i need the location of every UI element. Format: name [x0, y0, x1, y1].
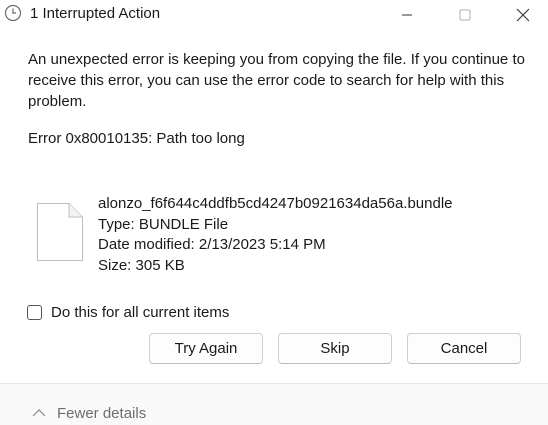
file-details: alonzo_f6f644c4ddfb5cd4247b0921634da56a.…	[98, 194, 453, 276]
file-type: Type: BUNDLE File	[98, 215, 229, 233]
apply-to-all-checkbox[interactable]	[27, 304, 42, 320]
file-size: Size: 305 KB	[98, 256, 185, 274]
minimize-icon	[401, 9, 413, 21]
fewer-details-label[interactable]: Fewer details	[57, 405, 146, 422]
apply-to-all-label[interactable]: Do this for all current items	[51, 304, 229, 321]
title-bar: 1 Interrupted Action	[0, 0, 548, 30]
clock-icon	[4, 4, 22, 22]
file-name: alonzo_f6f644c4ddfb5cd4247b0921634da56a.…	[98, 195, 453, 212]
fewer-details-toggle[interactable]: Fewer details	[31, 403, 146, 423]
file-icon	[37, 203, 83, 261]
apply-to-all-checkbox-row[interactable]: Do this for all current items	[27, 302, 229, 322]
maximize-icon	[459, 9, 471, 21]
cancel-button[interactable]: Cancel	[407, 333, 521, 364]
maximize-button[interactable]	[436, 0, 494, 30]
error-message: An unexpected error is keeping you from …	[28, 51, 525, 110]
window-title: 1 Interrupted Action	[30, 5, 161, 22]
close-button[interactable]	[494, 0, 548, 30]
chevron-up-icon	[31, 408, 47, 418]
skip-button[interactable]: Skip	[278, 333, 392, 364]
try-again-button[interactable]: Try Again	[149, 333, 263, 364]
error-code: Error 0x80010135: Path too long	[28, 130, 245, 147]
minimize-button[interactable]	[378, 0, 436, 30]
file-date-modified: Date modified: 2/13/2023 5:14 PM	[98, 236, 326, 253]
close-icon	[516, 8, 530, 22]
interrupted-action-dialog: 1 Interrupted Action An unexpected error…	[0, 0, 548, 425]
